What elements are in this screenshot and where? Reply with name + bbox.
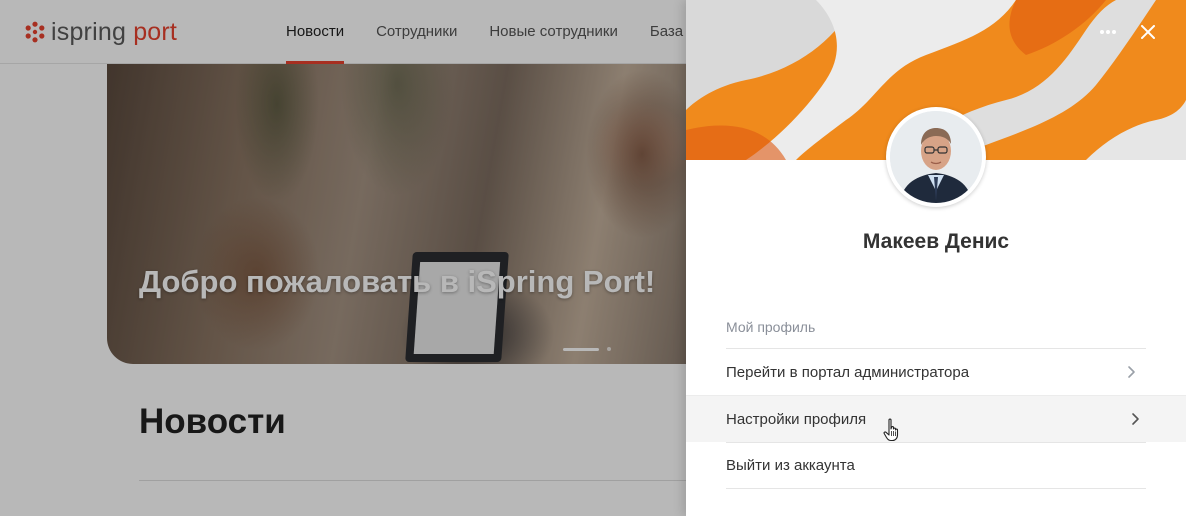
hand-pointer-cursor-icon bbox=[883, 418, 899, 442]
logout-label: Выйти из аккаунта bbox=[726, 457, 855, 474]
close-panel-button[interactable] bbox=[1136, 20, 1160, 44]
chevron-right-icon bbox=[1132, 413, 1139, 425]
admin-portal-item[interactable]: Перейти в портал администратора bbox=[726, 348, 1146, 395]
admin-portal-label: Перейти в портал администратора bbox=[726, 363, 970, 381]
user-photo bbox=[890, 111, 982, 203]
close-icon bbox=[1141, 25, 1155, 39]
user-name: Макеев Денис bbox=[862, 230, 1010, 253]
modal-backdrop[interactable] bbox=[0, 0, 686, 516]
avatar[interactable] bbox=[886, 107, 986, 207]
profile-menu: Перейти в портал администратора Настройк… bbox=[686, 348, 1186, 489]
profile-settings-label: Настройки профиля bbox=[726, 410, 867, 428]
logout-item[interactable]: Выйти из аккаунта bbox=[726, 442, 1146, 489]
more-options-button[interactable] bbox=[1096, 20, 1120, 44]
my-profile-link[interactable]: Мой профиль bbox=[726, 319, 815, 335]
profile-panel: Макеев Денис Мой профиль Перейти в порта… bbox=[686, 0, 1186, 516]
profile-settings-item[interactable]: Настройки профиля bbox=[686, 395, 1186, 442]
more-horizontal-icon bbox=[1100, 30, 1116, 34]
chevron-right-icon bbox=[1128, 366, 1135, 378]
